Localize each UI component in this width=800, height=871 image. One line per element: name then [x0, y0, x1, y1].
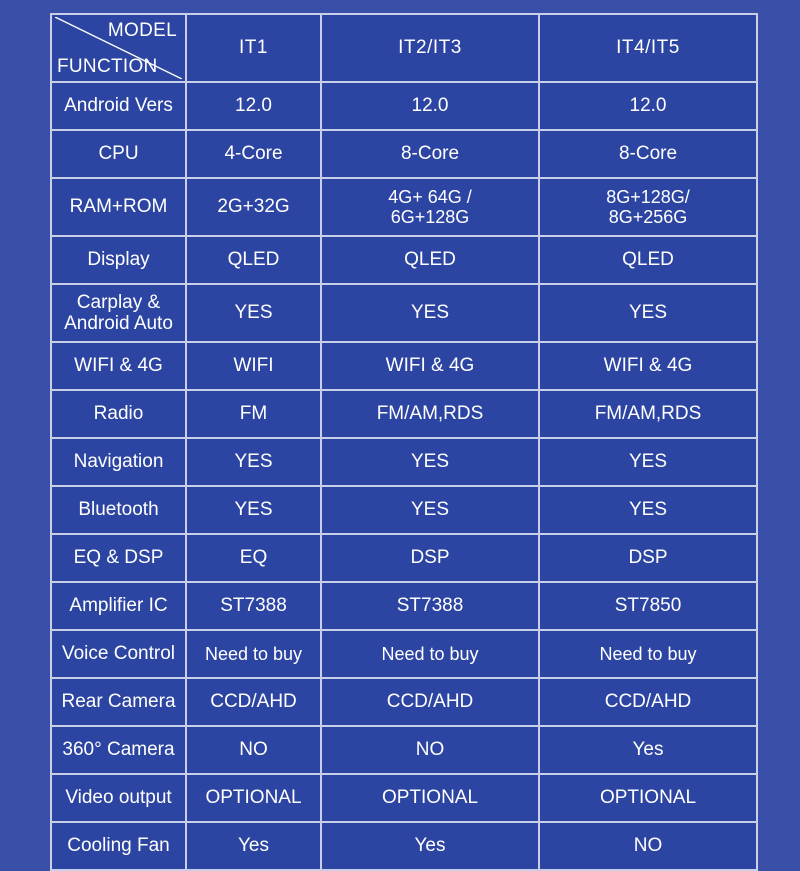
- table-row: 360° Camera NO NO Yes: [52, 727, 756, 773]
- corner-model-label: MODEL: [107, 20, 177, 41]
- table-row: Rear Camera CCD/AHD CCD/AHD CCD/AHD: [52, 679, 756, 725]
- row-label-cell: Radio: [52, 391, 185, 437]
- cell-value: FM/AM,RDS: [322, 391, 538, 437]
- cell-value: ST7388: [187, 583, 320, 629]
- spec-comparison-table: MODEL FUNCTION IT1 IT2/IT3 IT4/IT5 Android Ve…: [50, 13, 758, 871]
- row-label-cell: RAM+ROM: [52, 179, 185, 235]
- cell-value: NO: [540, 823, 756, 869]
- cell-value: YES: [540, 285, 756, 341]
- cell-value: NO: [187, 727, 320, 773]
- table-row: Radio FM FM/AM,RDS FM/AM,RDS: [52, 391, 756, 437]
- cell-value: WIFI & 4G: [540, 343, 756, 389]
- cell-value: DSP: [322, 535, 538, 581]
- table-row: Android Vers 12.0 12.0 12.0: [52, 83, 756, 129]
- cell-value: CCD/AHD: [540, 679, 756, 725]
- cell-value: QLED: [187, 237, 320, 283]
- column-header-it23: IT2/IT3: [322, 15, 538, 81]
- cell-value: WIFI: [187, 343, 320, 389]
- cell-value: 2G+32G: [187, 179, 320, 235]
- cell-value: YES: [322, 487, 538, 533]
- cell-value: YES: [540, 487, 756, 533]
- row-label-cell: Bluetooth: [52, 487, 185, 533]
- cell-value: YES: [322, 439, 538, 485]
- cell-value: 12.0: [540, 83, 756, 129]
- row-label-cell: Rear Camera: [52, 679, 185, 725]
- table-row: CPU 4-Core 8-Core 8-Core: [52, 131, 756, 177]
- cell-value: YES: [187, 439, 320, 485]
- row-label-cell: CPU: [52, 131, 185, 177]
- cell-value: WIFI & 4G: [322, 343, 538, 389]
- cell-value: OPTIONAL: [322, 775, 538, 821]
- cell-value: FM/AM,RDS: [540, 391, 756, 437]
- cell-value: Need to buy: [322, 631, 538, 677]
- cell-value: OPTIONAL: [540, 775, 756, 821]
- cell-value: YES: [187, 487, 320, 533]
- cell-value: 8G+128G/ 8G+256G: [540, 179, 756, 235]
- cell-value: Need to buy: [187, 631, 320, 677]
- row-label-cell: Display: [52, 237, 185, 283]
- cell-value: 4-Core: [187, 131, 320, 177]
- cell-value: CCD/AHD: [322, 679, 538, 725]
- cell-value: NO: [322, 727, 538, 773]
- cell-value: Need to buy: [540, 631, 756, 677]
- table-row: Bluetooth YES YES YES: [52, 487, 756, 533]
- cell-value: Yes: [187, 823, 320, 869]
- cell-value: DSP: [540, 535, 756, 581]
- row-label-cell: 360° Camera: [52, 727, 185, 773]
- column-header-it1: IT1: [187, 15, 320, 81]
- row-label-cell: EQ & DSP: [52, 535, 185, 581]
- row-label-cell: Carplay & Android Auto: [52, 285, 185, 341]
- row-label-cell: Video output: [52, 775, 185, 821]
- cell-value: YES: [187, 285, 320, 341]
- corner-function-label: FUNCTION: [57, 55, 158, 77]
- corner-header-cell: MODEL FUNCTION: [52, 15, 185, 81]
- cell-value: EQ: [187, 535, 320, 581]
- table-row: Cooling Fan Yes Yes NO: [52, 823, 756, 869]
- cell-value: QLED: [322, 237, 538, 283]
- row-label-cell: Android Vers: [52, 83, 185, 129]
- table-row: Display QLED QLED QLED: [52, 237, 756, 283]
- cell-value: 12.0: [187, 83, 320, 129]
- cell-value: OPTIONAL: [187, 775, 320, 821]
- row-label-cell: Navigation: [52, 439, 185, 485]
- cell-value: 4G+ 64G / 6G+128G: [322, 179, 538, 235]
- cell-value: ST7850: [540, 583, 756, 629]
- cell-value: YES: [540, 439, 756, 485]
- cell-value: CCD/AHD: [187, 679, 320, 725]
- cell-value: ST7388: [322, 583, 538, 629]
- row-label-cell: Cooling Fan: [52, 823, 185, 869]
- table-row: Voice Control Need to buy Need to buy Need …: [52, 631, 756, 677]
- column-header-it45: IT4/IT5: [540, 15, 756, 81]
- table-row: Carplay & Android Auto YES YES YES: [52, 285, 756, 341]
- cell-value: 12.0: [322, 83, 538, 129]
- cell-value: QLED: [540, 237, 756, 283]
- table-row: EQ & DSP EQ DSP DSP: [52, 535, 756, 581]
- spec-comparison-table-container: MODEL FUNCTION IT1 IT2/IT3 IT4/IT5 Android Ve…: [50, 13, 758, 871]
- table-row: Navigation YES YES YES: [52, 439, 756, 485]
- row-label-cell: Voice Control: [52, 631, 185, 677]
- table-row: Amplifier IC ST7388 ST7388 ST7850: [52, 583, 756, 629]
- cell-value: Yes: [540, 727, 756, 773]
- cell-value: FM: [187, 391, 320, 437]
- table-header-row: MODEL FUNCTION IT1 IT2/IT3 IT4/IT5: [52, 15, 756, 81]
- table-row: RAM+ROM 2G+32G 4G+ 64G / 6G+128G 8G+128G/ 8…: [52, 179, 756, 235]
- row-label-cell: WIFI & 4G: [52, 343, 185, 389]
- cell-value: 8-Core: [322, 131, 538, 177]
- table-row: Video output OPTIONAL OPTIONAL OPTIONAL: [52, 775, 756, 821]
- cell-value: YES: [322, 285, 538, 341]
- cell-value: Yes: [322, 823, 538, 869]
- cell-value: 8-Core: [540, 131, 756, 177]
- row-label-cell: Amplifier IC: [52, 583, 185, 629]
- table-row: WIFI & 4G WIFI WIFI & 4G WIFI & 4G: [52, 343, 756, 389]
